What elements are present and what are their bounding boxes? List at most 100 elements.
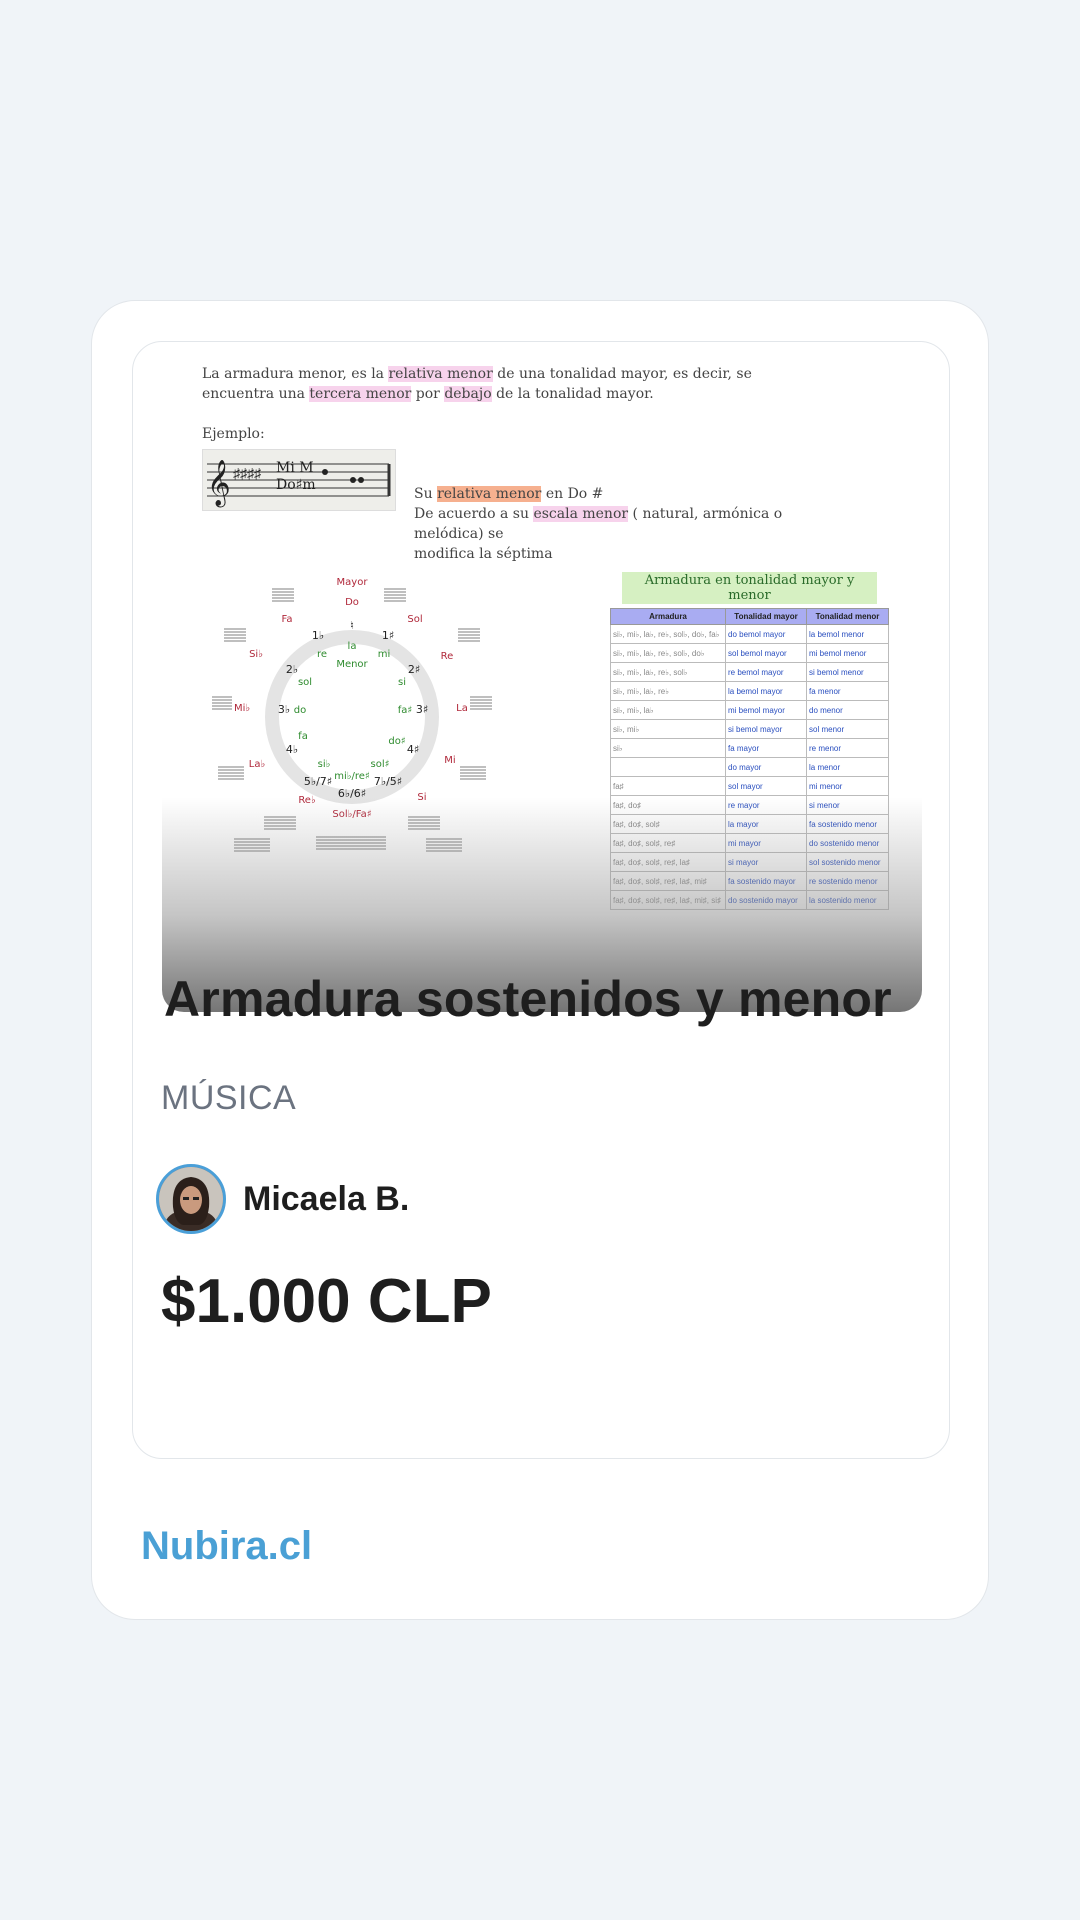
svg-text:2♭: 2♭ <box>286 663 298 676</box>
table-row: si♭, mi♭ si bemol mayor sol menor <box>610 719 889 739</box>
svg-text:si: si <box>398 677 406 688</box>
svg-text:3♭: 3♭ <box>278 703 290 716</box>
table-row: fa♯, do♯, sol♯, re♯, la♯, mi♯ fa sostenid… <box>610 871 889 891</box>
product-title[interactable]: Armadura sostenidos y menor <box>164 970 892 1028</box>
table-cell: fa mayor <box>725 738 807 758</box>
table-cell: fa♯, do♯, sol♯, re♯, la♯, mi♯ <box>610 871 726 891</box>
table-cell: si menor <box>806 795 889 815</box>
svg-text:Mi: Mi <box>444 755 455 766</box>
table-row: fa♯, do♯ re mayor si menor <box>610 795 889 815</box>
circle-major-label: Mayor <box>337 577 369 588</box>
circle-of-fifths: Mayor Do Sol Re La Mi Si Sol♭/Fa♯ Re♭ La… <box>208 567 492 867</box>
svg-text:do: do <box>294 705 306 716</box>
svg-text:la: la <box>348 641 357 652</box>
svg-text:si♭: si♭ <box>318 759 331 770</box>
table-cell: la menor <box>806 757 889 777</box>
svg-text:7♭/5♯: 7♭/5♯ <box>374 775 402 788</box>
table-cell: la bemol menor <box>806 624 889 644</box>
table-cell: do menor <box>806 700 889 720</box>
table-cell: sol mayor <box>725 776 807 796</box>
table-cell: re sostenido menor <box>806 871 889 891</box>
svg-text:3♯: 3♯ <box>416 703 428 716</box>
preview-note: Su relativa menor en Do # De acuerdo a s… <box>414 486 783 562</box>
table-cell: si♭ <box>610 738 726 758</box>
table-cell: si♭, mi♭ <box>610 719 726 739</box>
svg-text:Mi♭: Mi♭ <box>234 703 250 714</box>
preview-intro: La armadura menor, es la relativa menor … <box>202 366 752 402</box>
svg-text:do♯: do♯ <box>388 736 405 747</box>
table-cell: la mayor <box>725 814 807 834</box>
table-cell: la sostenido menor <box>806 890 889 910</box>
table-cell: mi bemol mayor <box>725 700 807 720</box>
svg-text:fa♯: fa♯ <box>398 705 413 716</box>
svg-text:Re: Re <box>441 651 454 662</box>
svg-text:1♭: 1♭ <box>312 629 324 642</box>
svg-text:sol: sol <box>298 677 312 688</box>
svg-text:Sol: Sol <box>407 614 422 625</box>
table-row: si♭ fa mayor re menor <box>610 738 889 758</box>
table-row: fa♯ sol mayor mi menor <box>610 776 889 796</box>
table-cell: si♭, mi♭, la♭, re♭, sol♭, do♭, fa♭ <box>610 624 726 644</box>
document-preview[interactable]: La armadura menor, es la relativa menor … <box>162 342 922 1012</box>
svg-text:♮: ♮ <box>350 619 354 632</box>
svg-text:La: La <box>456 703 468 714</box>
table-cell: fa♯, do♯, sol♯ <box>610 814 726 834</box>
brand-link[interactable]: Nubira.cl <box>141 1524 312 1569</box>
table-cell: re menor <box>806 738 889 758</box>
svg-text:re: re <box>317 649 327 660</box>
table-row: fa♯, do♯, sol♯, re♯, la♯, mi♯, si♯ do sos… <box>610 890 889 910</box>
svg-text:Re♭: Re♭ <box>298 795 316 806</box>
product-category: MÚSICA <box>161 1079 297 1117</box>
table-cell: fa sostenido mayor <box>725 871 807 891</box>
table-row: si♭, mi♭, la♭, re♭, sol♭, do♭ sol bemol m… <box>610 643 889 663</box>
svg-text:Menor: Menor <box>336 659 368 670</box>
table-cell: si bemol mayor <box>725 719 807 739</box>
table-row: si♭, mi♭, la♭, re♭, sol♭, do♭, fa♭ do bem… <box>610 624 889 644</box>
author-info[interactable]: Micaela B. <box>156 1164 409 1234</box>
table-cell: sol sostenido menor <box>806 852 889 872</box>
svg-text:4♭: 4♭ <box>286 743 298 756</box>
svg-text:Fa: Fa <box>282 614 293 625</box>
svg-text:2♯: 2♯ <box>408 663 420 676</box>
table-cell: re bemol mayor <box>725 662 807 682</box>
svg-text:5♭/7♯: 5♭/7♯ <box>304 775 332 788</box>
table-row: fa♯, do♯, sol♯, re♯, la♯ si mayor sol sost… <box>610 852 889 872</box>
staff-top-label: Mi M <box>276 460 314 476</box>
svg-text:♯♯♯♯: ♯♯♯♯ <box>233 465 262 481</box>
svg-text:Si: Si <box>417 792 426 803</box>
table-header: Tonalidad mayor <box>725 608 807 625</box>
table-header: Tonalidad menor <box>806 608 889 625</box>
table-cell: si♭, mi♭, la♭, re♭, sol♭, do♭ <box>610 643 726 663</box>
table-cell: la bemol mayor <box>725 681 807 701</box>
table-cell: si♭, mi♭, la♭, re♭ <box>610 681 726 701</box>
table-header: Armadura <box>610 608 726 625</box>
table-cell: do bemol mayor <box>725 624 807 644</box>
svg-text:sol♯: sol♯ <box>371 759 390 770</box>
table-cell: re mayor <box>725 795 807 815</box>
svg-text:𝄞: 𝄞 <box>207 460 231 508</box>
table-cell: fa♯, do♯, sol♯, re♯, la♯ <box>610 852 726 872</box>
svg-text:Do: Do <box>345 597 359 608</box>
svg-text:mi: mi <box>378 649 391 660</box>
table-cell: do sostenido menor <box>806 833 889 853</box>
table-row: fa♯, do♯, sol♯, re♯ mi mayor do sostenido … <box>610 833 889 853</box>
svg-text:4♯: 4♯ <box>407 743 419 756</box>
table-title: Armadura en tonalidad mayor y menor <box>622 572 877 604</box>
preview-ejemplo: Ejemplo: <box>202 426 265 442</box>
table-cell: si bemol menor <box>806 662 889 682</box>
table-row: si♭, mi♭, la♭, re♭ la bemol mayor fa menor <box>610 681 889 701</box>
author-name[interactable]: Micaela B. <box>243 1180 409 1219</box>
svg-text:Si♭: Si♭ <box>249 649 263 660</box>
table-cell: si♭, mi♭, la♭ <box>610 700 726 720</box>
svg-text:6♭/6♯: 6♭/6♯ <box>338 787 366 800</box>
product-price: $1.000 CLP <box>161 1267 492 1336</box>
svg-text:mi♭/re♯: mi♭/re♯ <box>334 771 370 782</box>
table-cell: mi menor <box>806 776 889 796</box>
table-row: do mayor la menor <box>610 757 889 777</box>
table-cell: fa♯, do♯, sol♯, re♯ <box>610 833 726 853</box>
table-cell: fa♯ <box>610 776 726 796</box>
author-avatar[interactable] <box>156 1164 226 1234</box>
table-row: si♭, mi♭, la♭, re♭, sol♭ re bemol mayor si… <box>610 662 889 682</box>
staff-bottom-label: Do♯m <box>276 477 316 493</box>
table-cell: si♭, mi♭, la♭, re♭, sol♭ <box>610 662 726 682</box>
